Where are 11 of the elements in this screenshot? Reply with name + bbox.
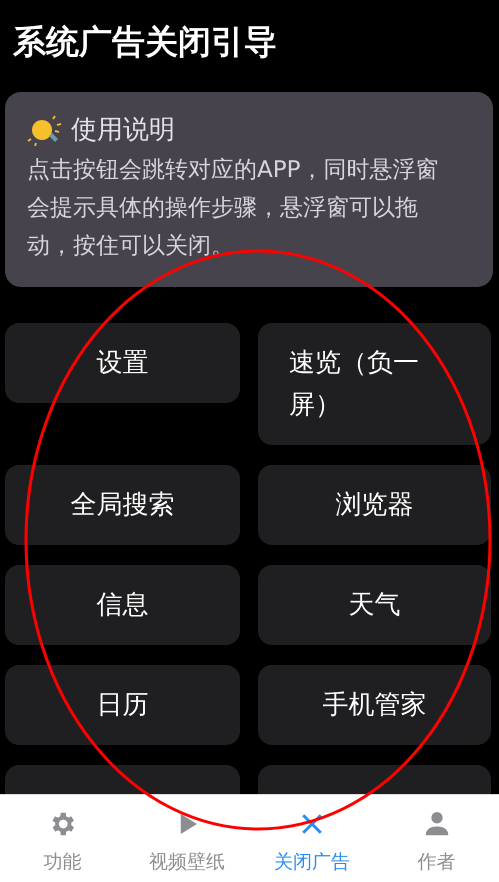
lightbulb-icon <box>27 114 63 146</box>
guide-button[interactable]: 浏览器 <box>258 465 491 545</box>
guide-button[interactable]: 速览（负一屏） <box>258 323 491 445</box>
notice-heading: 使用说明 <box>71 114 175 147</box>
guide-button[interactable]: 信息 <box>5 565 240 645</box>
guide-button[interactable]: 全局搜索 <box>5 465 240 545</box>
guide-button[interactable]: 手机管家 <box>258 665 491 745</box>
guide-button[interactable]: 天气 <box>258 565 491 645</box>
page-title: 系统广告关闭引导 <box>12 21 278 63</box>
guide-button[interactable]: 日历 <box>5 665 240 745</box>
guide-button[interactable]: 设置 <box>5 323 240 403</box>
